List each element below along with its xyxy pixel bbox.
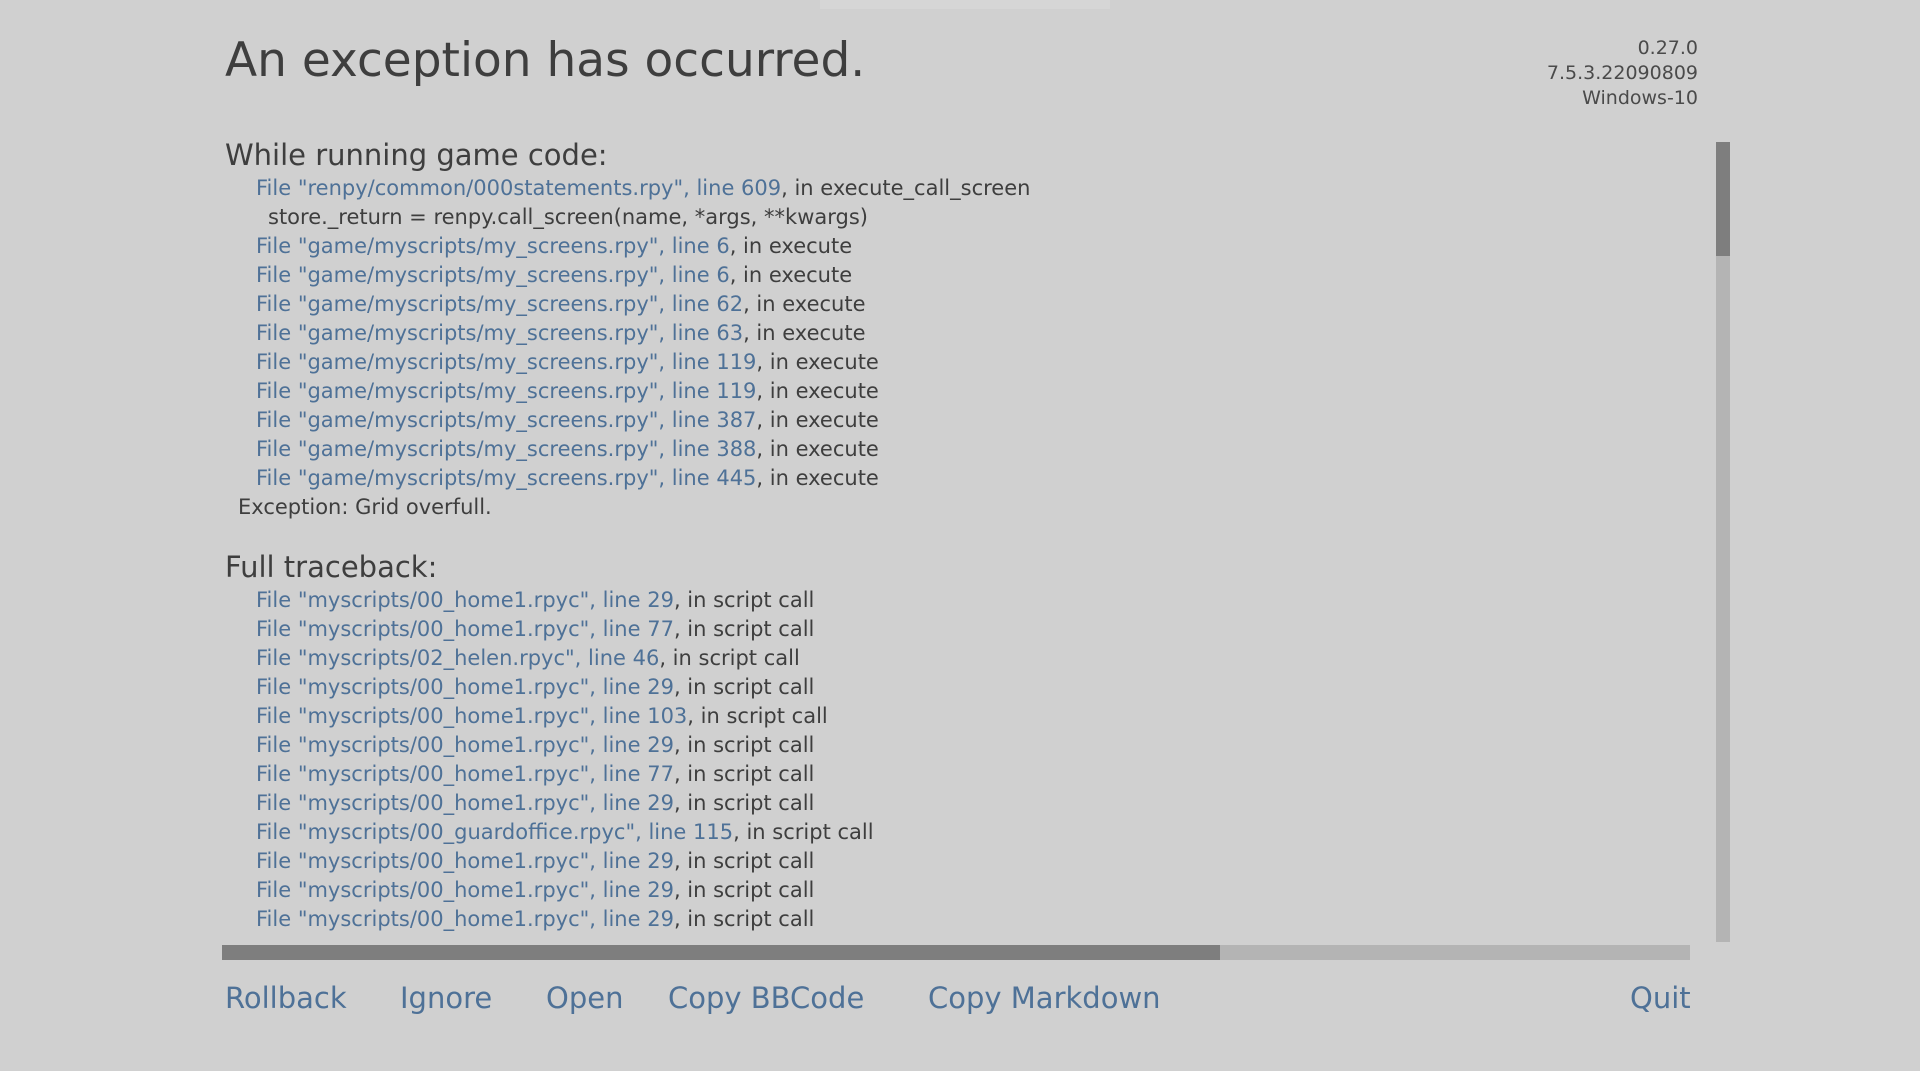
traceback-file-ref: File "myscripts/00_home1.rpyc", line 29 [256, 733, 674, 757]
traceback-file-ref: File "myscripts/00_home1.rpyc", line 77 [256, 762, 674, 786]
traceback-file-ref: File "myscripts/00_home1.rpyc", line 29 [256, 849, 674, 873]
renpy-version: 7.5.3.22090809 [1546, 62, 1698, 84]
platform-label: Windows-10 [1582, 87, 1698, 109]
traceback-context: , in script call [673, 675, 815, 699]
game-code-heading: While running game code: [225, 138, 608, 172]
traceback-file-line: File "myscripts/00_guardoffice.rpyc", li… [0, 818, 1690, 847]
traceback-file-ref: File "myscripts/02_helen.rpyc", line 46 [256, 646, 660, 670]
traceback-file-ref: File "myscripts/00_guardoffice.rpyc", li… [256, 820, 734, 844]
traceback-file-line: File "myscripts/00_home1.rpyc", line 103… [0, 702, 1690, 731]
traceback-context: , in script call [673, 791, 815, 815]
traceback-file-ref: File "game/myscripts/my_screens.rpy", li… [256, 292, 744, 316]
game-version: 0.27.0 [1637, 37, 1698, 59]
traceback-file-line: File "myscripts/00_home1.rpyc", line 77,… [0, 760, 1690, 789]
traceback-file-ref: File "game/myscripts/my_screens.rpy", li… [256, 437, 757, 461]
traceback-file-line: File "myscripts/00_home1.rpyc", line 29,… [0, 905, 1690, 934]
traceback-viewport[interactable]: While running game code: File "renpy/com… [0, 136, 1690, 945]
traceback-context: , in script call [673, 878, 815, 902]
ignore-button[interactable]: Ignore [400, 975, 492, 1021]
traceback-file-ref: File "game/myscripts/my_screens.rpy", li… [256, 408, 757, 432]
traceback-context: , in script call [673, 849, 815, 873]
exception-message: Exception: Grid overfull. [238, 495, 492, 519]
traceback-file-line: File "game/myscripts/my_screens.rpy", li… [0, 377, 1690, 406]
traceback-file-ref: File "game/myscripts/my_screens.rpy", li… [256, 234, 730, 258]
traceback-file-ref: File "game/myscripts/my_screens.rpy", li… [256, 321, 744, 345]
traceback-file-ref: File "renpy/common/000statements.rpy", l… [256, 176, 782, 200]
traceback-context: , in script call [673, 733, 815, 757]
traceback-file-ref: File "game/myscripts/my_screens.rpy", li… [256, 466, 757, 490]
traceback-context: , in execute [756, 408, 879, 432]
traceback-file-line: File "myscripts/00_home1.rpyc", line 29,… [0, 789, 1690, 818]
traceback-file-line: File "game/myscripts/my_screens.rpy", li… [0, 290, 1690, 319]
traceback-file-ref: File "myscripts/00_home1.rpyc", line 29 [256, 791, 674, 815]
traceback-context: , in script call [659, 646, 800, 670]
traceback-file-ref: File "myscripts/00_home1.rpyc", line 29 [256, 907, 674, 931]
exception-header: An exception has occurred. 0.27.0 7.5.3.… [0, 0, 1920, 130]
traceback-context: , in execute [756, 350, 879, 374]
traceback-context: , in execute [743, 292, 866, 316]
traceback-file-line: File "game/myscripts/my_screens.rpy", li… [0, 319, 1690, 348]
traceback-context: , in script call [673, 762, 815, 786]
full-traceback-line-list: File "myscripts/00_home1.rpyc", line 29,… [0, 586, 1690, 934]
traceback-file-line: File "myscripts/00_home1.rpyc", line 29,… [0, 731, 1690, 760]
copy-markdown-button[interactable]: Copy Markdown [928, 975, 1161, 1021]
quit-button[interactable]: Quit [1630, 975, 1691, 1021]
traceback-context: , in execute [756, 437, 879, 461]
traceback-context: , in execute [729, 234, 853, 258]
traceback-file-line: File "game/myscripts/my_screens.rpy", li… [0, 348, 1690, 377]
rollback-button[interactable]: Rollback [225, 975, 347, 1021]
horizontal-scrollbar-thumb[interactable] [222, 945, 1220, 960]
traceback-file-line: File "myscripts/00_home1.rpyc", line 77,… [0, 615, 1690, 644]
traceback-context: , in script call [673, 617, 815, 641]
traceback-file-line: File "game/myscripts/my_screens.rpy", li… [0, 464, 1690, 493]
traceback-file-ref: File "game/myscripts/my_screens.rpy", li… [256, 350, 757, 374]
traceback-file-ref: File "myscripts/00_home1.rpyc", line 29 [256, 878, 674, 902]
traceback-file-ref: File "myscripts/00_home1.rpyc", line 103 [256, 704, 688, 728]
traceback-context: , in script call [733, 820, 874, 844]
page-title: An exception has occurred. [225, 33, 866, 88]
traceback-file-ref: File "game/myscripts/my_screens.rpy", li… [256, 379, 757, 403]
traceback-file-line: File "game/myscripts/my_screens.rpy", li… [0, 261, 1690, 290]
traceback-code-line: store._return = renpy.call_screen(name, … [268, 205, 868, 229]
traceback-context: , in script call [673, 588, 815, 612]
traceback-file-line: File "myscripts/00_home1.rpyc", line 29,… [0, 673, 1690, 702]
traceback-file-ref: File "myscripts/00_home1.rpyc", line 77 [256, 617, 674, 641]
traceback-file-line: File "game/myscripts/my_screens.rpy", li… [0, 406, 1690, 435]
traceback-context: , in execute [756, 466, 879, 490]
horizontal-scrollbar[interactable] [222, 945, 1690, 960]
traceback-file-line: File "game/myscripts/my_screens.rpy", li… [0, 435, 1690, 464]
traceback-context: , in script call [673, 907, 815, 931]
traceback-context: , in execute [743, 321, 866, 345]
traceback-context: , in script call [687, 704, 828, 728]
traceback-context: , in execute_call_screen [781, 176, 1031, 200]
traceback-file-line: File "myscripts/00_home1.rpyc", line 29,… [0, 876, 1690, 905]
traceback-file-line: File "myscripts/02_helen.rpyc", line 46,… [0, 644, 1690, 673]
traceback-file-line: File "myscripts/00_home1.rpyc", line 29,… [0, 847, 1690, 876]
traceback-file-ref: File "game/myscripts/my_screens.rpy", li… [256, 263, 730, 287]
full-traceback-heading: Full traceback: [225, 550, 438, 584]
vertical-scrollbar-thumb[interactable] [1716, 142, 1730, 256]
traceback-file-line: File "game/myscripts/my_screens.rpy", li… [0, 232, 1690, 261]
traceback-context: , in execute [729, 263, 853, 287]
open-button[interactable]: Open [546, 975, 623, 1021]
traceback-file-line: File "renpy/common/000statements.rpy", l… [0, 174, 1690, 203]
game-code-line-list: File "renpy/common/000statements.rpy", l… [0, 174, 1690, 493]
traceback-content: While running game code: File "renpy/com… [0, 136, 1690, 934]
traceback-file-ref: File "myscripts/00_home1.rpyc", line 29 [256, 588, 674, 612]
traceback-context: , in execute [756, 379, 879, 403]
vertical-scrollbar[interactable] [1716, 142, 1730, 942]
version-info: 0.27.0 7.5.3.22090809 Windows-10 [1547, 36, 1698, 111]
traceback-file-ref: File "myscripts/00_home1.rpyc", line 29 [256, 675, 674, 699]
copy-bbcode-button[interactable]: Copy BBCode [668, 975, 864, 1021]
action-bar: Rollback Ignore Open Copy BBCode Copy Ma… [0, 975, 1920, 1035]
traceback-file-line: File "myscripts/00_home1.rpyc", line 29,… [0, 586, 1690, 615]
